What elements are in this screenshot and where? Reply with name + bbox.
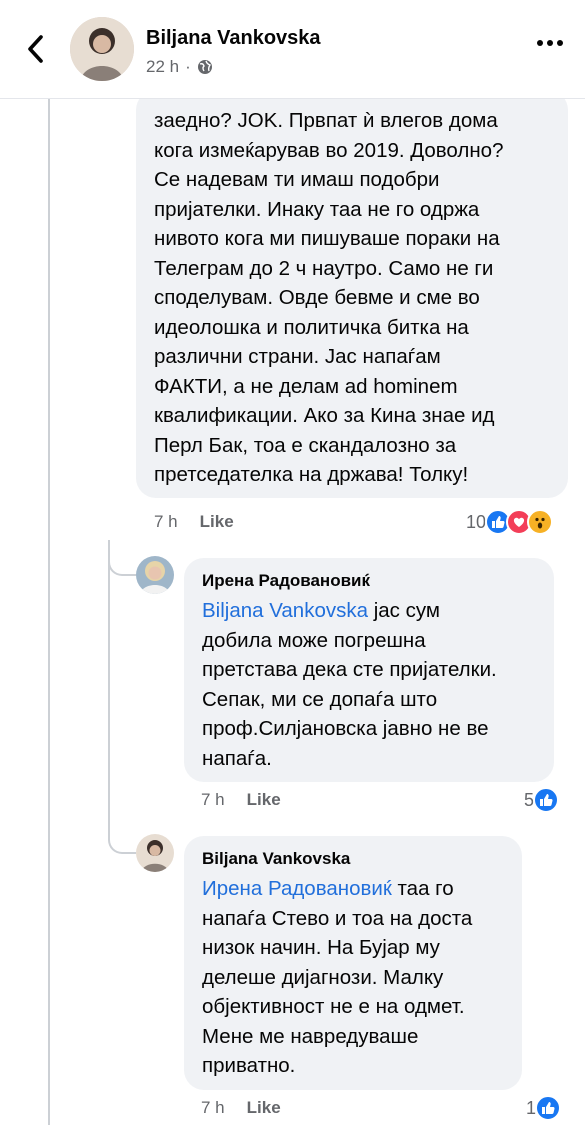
meta-separator: · <box>185 57 191 76</box>
reply-body: таа го напаѓа Стево и тоа на доста низок… <box>202 877 473 1077</box>
reply-bubble: Ирена Радовановиќ Biljana Vankovska јас … <box>184 558 554 782</box>
reaction-count: 10 <box>466 511 487 532</box>
reply-body: јас сум добила може погрешна претстава д… <box>202 599 497 770</box>
thread-line-outer <box>48 98 50 1125</box>
mention-link[interactable]: Ирена Радовановиќ <box>202 877 392 900</box>
reply-text: Biljana Vankovska јас сум добила може по… <box>202 596 536 773</box>
dot <box>557 40 563 46</box>
reaction-summary[interactable]: 10 <box>466 509 554 535</box>
wow-reaction-icon <box>527 509 554 535</box>
dot <box>537 40 543 46</box>
comment-time[interactable]: 7 h <box>201 790 225 810</box>
mention-link[interactable]: Biljana Vankovska <box>202 599 368 622</box>
commenter-avatar[interactable] <box>136 834 174 872</box>
author-name[interactable]: Biljana Vankovska <box>146 27 321 50</box>
commenter-name[interactable]: Ирена Радовановиќ <box>202 570 536 592</box>
chevron-left-icon <box>28 35 43 63</box>
dot <box>547 40 553 46</box>
reaction-summary[interactable]: 1 <box>526 1095 562 1121</box>
comment-time[interactable]: 7 h <box>201 1098 225 1118</box>
post-time[interactable]: 22 h <box>146 57 179 77</box>
like-reaction-icon <box>533 787 560 813</box>
like-button[interactable]: Like <box>200 512 234 532</box>
reply-connector <box>108 824 136 854</box>
author-avatar[interactable] <box>70 17 134 81</box>
reply-actions: 7 h Like <box>201 1098 281 1118</box>
commenter-name[interactable]: Biljana Vankovska <box>202 848 504 870</box>
back-button[interactable] <box>22 32 50 66</box>
comment-bubble: заедно? JOK. Првпат ѝ влегов дома кога и… <box>136 90 568 498</box>
like-button[interactable]: Like <box>247 790 281 810</box>
post-header: Biljana Vankovska 22 h · <box>0 0 585 99</box>
globe-icon <box>197 60 212 74</box>
reply-actions: 7 h Like <box>201 790 281 810</box>
comment-text: заедно? JOK. Првпат ѝ влегов дома кога и… <box>154 109 504 486</box>
reply-text: Ирена Радовановиќ таа го напаѓа Стево и … <box>202 874 504 1081</box>
like-reaction-icon <box>535 1095 562 1121</box>
reply-connector <box>108 546 136 576</box>
commenter-avatar[interactable] <box>136 556 174 594</box>
reaction-summary[interactable]: 5 <box>524 787 560 813</box>
post-meta: 22 h · <box>146 57 213 77</box>
reply-bubble: Biljana Vankovska Ирена Радовановиќ таа … <box>184 836 522 1090</box>
thread-line-replies <box>108 540 110 840</box>
comment-time[interactable]: 7 h <box>154 512 178 532</box>
like-button[interactable]: Like <box>247 1098 281 1118</box>
more-options-button[interactable] <box>537 40 563 46</box>
comment-actions: 7 h Like <box>154 512 234 532</box>
